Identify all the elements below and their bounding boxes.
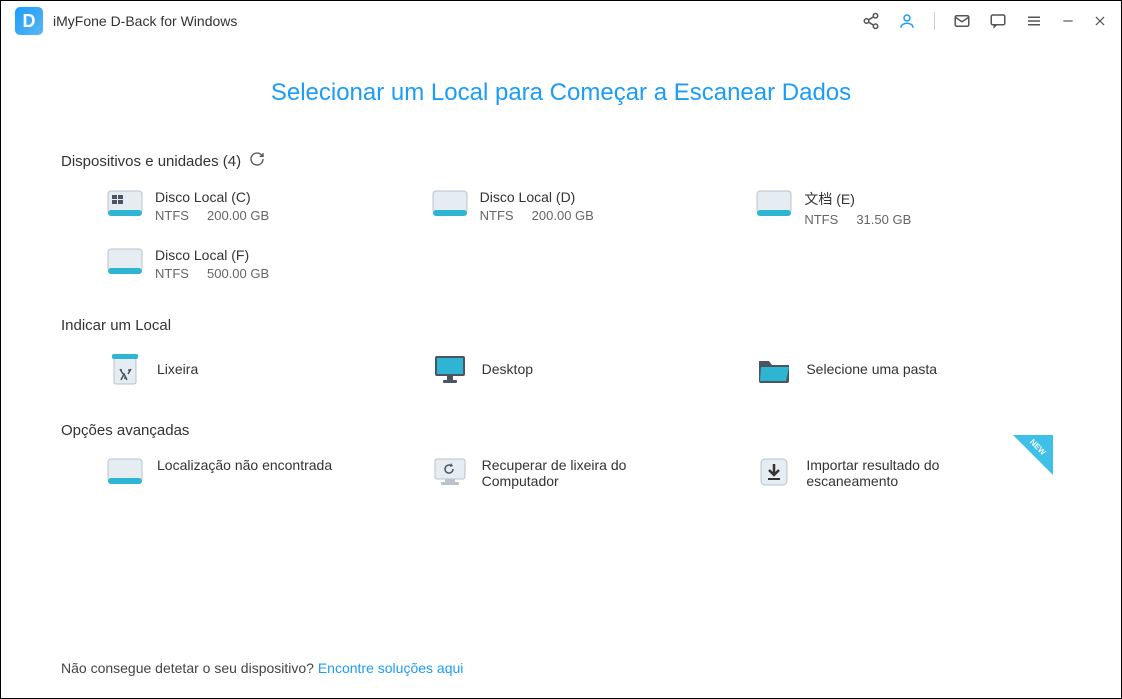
drive-title: 文档 (E): [804, 189, 911, 209]
page-title: Selecionar um Local para Começar a Escan…: [61, 79, 1061, 107]
location-desktop[interactable]: Desktop: [432, 352, 737, 386]
mail-icon[interactable]: [953, 12, 971, 30]
adv-lost-location[interactable]: Localização não encontrada: [107, 457, 412, 489]
location-label: Desktop: [482, 361, 533, 377]
devices-heading-text: Dispositivos e unidades (4): [61, 153, 241, 170]
adv-label: Localização não encontrada: [157, 457, 332, 473]
recycle-bin-icon: [107, 352, 143, 386]
drive-icon: [432, 189, 468, 219]
drive-size: 200.00 GB: [207, 208, 269, 223]
recover-bin-icon: [432, 457, 468, 487]
drive-fs: NTFS: [155, 266, 207, 281]
advanced-heading: Opções avançadas: [61, 422, 1061, 439]
desktop-icon: [432, 352, 468, 386]
footer: Não consegue detetar o seu dispositivo? …: [61, 660, 463, 676]
drive-size: 500.00 GB: [207, 266, 269, 281]
drives-grid: Disco Local (C) NTFS200.00 GB Disco Loca…: [61, 189, 1061, 281]
app-logo: D: [15, 7, 43, 35]
feedback-icon[interactable]: [989, 12, 1007, 30]
advanced-grid: Localização não encontrada Recuperar de …: [61, 457, 1061, 489]
drive-fs: NTFS: [155, 208, 207, 223]
titlebar-icons: [862, 12, 1107, 30]
drive-c[interactable]: Disco Local (C) NTFS200.00 GB: [107, 189, 412, 227]
user-icon[interactable]: [898, 12, 916, 30]
adv-import-scan-result[interactable]: NEW Importar resultado do escaneamento: [756, 457, 1061, 489]
app-title: iMyFone D-Back for Windows: [53, 13, 237, 29]
footer-text: Não consegue detetar o seu dispositivo?: [61, 660, 314, 676]
drive-title: Disco Local (F): [155, 247, 269, 263]
drive-d[interactable]: Disco Local (D) NTFS200.00 GB: [432, 189, 737, 227]
drive-icon: [107, 247, 143, 277]
share-icon[interactable]: [862, 12, 880, 30]
minimize-icon[interactable]: [1061, 14, 1075, 28]
locations-heading: Indicar um Local: [61, 317, 1061, 334]
drive-title: Disco Local (C): [155, 189, 269, 205]
new-badge: NEW: [1013, 435, 1053, 480]
drive-size: 200.00 GB: [532, 208, 594, 223]
menu-icon[interactable]: [1025, 12, 1043, 30]
drive-title: Disco Local (D): [480, 189, 594, 205]
location-select-folder[interactable]: Selecione uma pasta: [756, 352, 1061, 386]
devices-heading: Dispositivos e unidades (4): [61, 151, 1061, 171]
location-label: Selecione uma pasta: [806, 361, 937, 377]
footer-link[interactable]: Encontre soluções aqui: [318, 660, 464, 676]
locations-grid: Lixeira Desktop Selecione uma pasta: [61, 352, 1061, 386]
adv-label: Recuperar de lixeira do Computador: [482, 457, 662, 489]
drive-icon: [756, 189, 792, 219]
location-recycle-bin[interactable]: Lixeira: [107, 352, 412, 386]
drive-f[interactable]: Disco Local (F) NTFS500.00 GB: [107, 247, 412, 281]
drive-e[interactable]: 文档 (E) NTFS31.50 GB: [756, 189, 1061, 227]
folder-icon: [756, 352, 792, 386]
download-icon: [756, 457, 792, 487]
refresh-icon[interactable]: [249, 151, 265, 171]
drive-size: 31.50 GB: [856, 212, 911, 227]
adv-recover-computer-bin[interactable]: Recuperar de lixeira do Computador: [432, 457, 737, 489]
drive-windows-icon: [107, 189, 143, 219]
location-label: Lixeira: [157, 361, 198, 377]
separator: [934, 12, 935, 30]
close-icon[interactable]: [1093, 14, 1107, 28]
titlebar: D iMyFone D-Back for Windows: [1, 1, 1121, 41]
adv-label: Importar resultado do escaneamento: [806, 457, 986, 489]
drive-icon: [107, 457, 143, 487]
drive-fs: NTFS: [480, 208, 532, 223]
drive-fs: NTFS: [804, 212, 856, 227]
